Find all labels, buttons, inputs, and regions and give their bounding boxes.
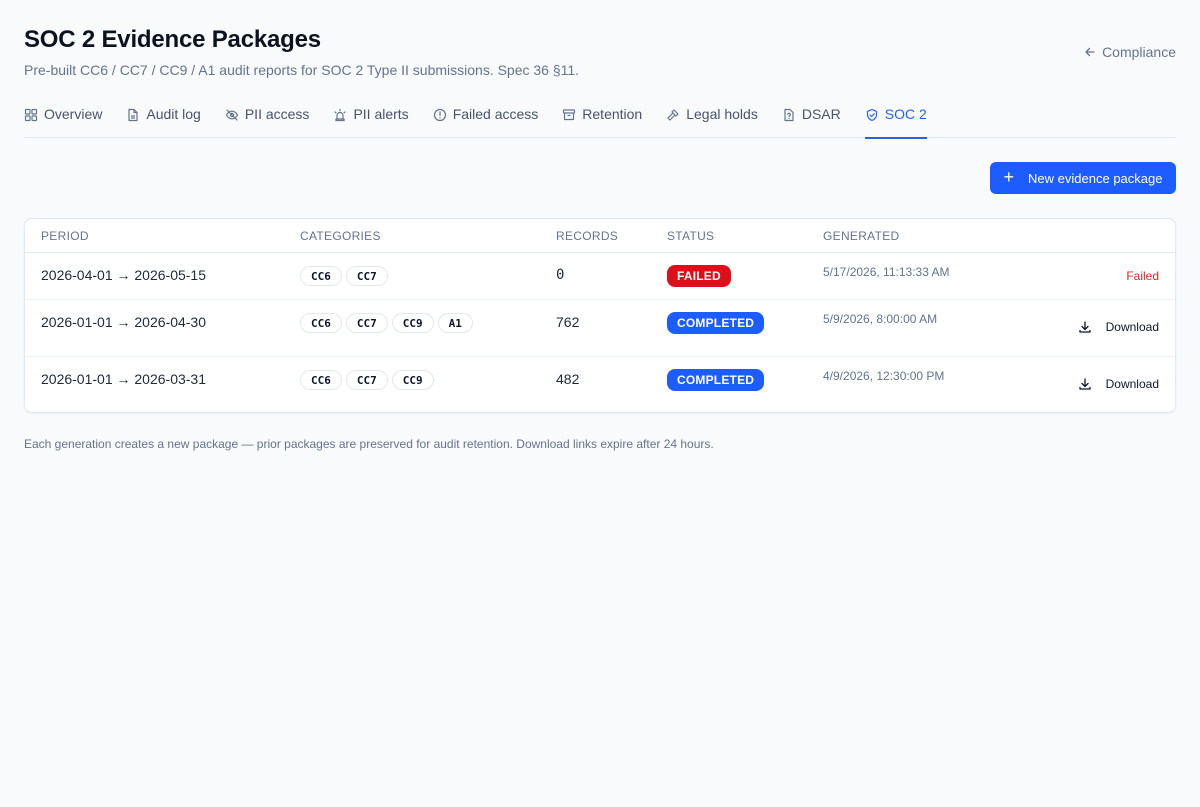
period-cell: 2026-04-01 → 2026-05-15 [41, 267, 207, 283]
status-badge: FAILED [667, 265, 731, 287]
table-row: 2026-04-01 → 2026-05-15 CC6 CC7 0 FAILED… [25, 253, 1175, 300]
tab-label: PII alerts [353, 106, 409, 122]
tab-label: Retention [582, 106, 643, 122]
category-chip: CC6 [300, 370, 342, 390]
eye-off-icon [225, 109, 239, 121]
category-chip: CC7 [345, 313, 388, 333]
generated-cell: 5/17/2026, 11:13:33 AM [823, 265, 950, 279]
tab-label: DSAR [801, 106, 841, 122]
categories-cell: CC6 CC7 [300, 266, 388, 286]
tab-dsar[interactable]: DSAR [782, 96, 841, 138]
download-label: Download [1105, 320, 1159, 334]
records-cell: 762 [556, 314, 580, 330]
evidence-packages-table: PERIOD CATEGORIES RECORDS STATUS GENERAT… [24, 218, 1176, 413]
category-chip: CC7 [345, 370, 388, 390]
category-chip: CC9 [391, 313, 434, 333]
categories-cell: CC6 CC7 CC9 A1 [300, 313, 473, 333]
records-cell: 482 [556, 371, 580, 387]
period-cell: 2026-01-01 → 2026-03-31 [41, 371, 207, 387]
category-chip: A1 [437, 313, 473, 333]
arrow-left-icon [1085, 47, 1095, 57]
table-row: 2026-01-01 → 2026-03-31 CC6 CC7 CC9 482 … [25, 357, 1175, 413]
page: SOC 2 Evidence Packages Pre-built CC6 / … [24, 0, 1176, 451]
tab-pii-access[interactable]: PII access [225, 96, 310, 138]
failed-status-text: Failed [1126, 269, 1159, 283]
gavel-icon [667, 109, 679, 121]
category-chip: CC6 [300, 266, 342, 286]
document-icon [128, 108, 138, 122]
shield-check-icon [866, 108, 877, 122]
records-cell: 0 [556, 267, 565, 283]
tab-retention[interactable]: Retention [562, 96, 642, 138]
status-badge: COMPLETED [667, 312, 765, 334]
grid-icon [24, 108, 38, 122]
download-icon [1078, 321, 1091, 333]
tab-failed-access[interactable]: Failed access [433, 96, 539, 138]
compliance-tabs: Overview Audit log PII access PII alerts… [24, 96, 1176, 139]
category-chip: CC7 [345, 266, 388, 286]
tab-overview[interactable]: Overview [24, 96, 102, 138]
column-header-status[interactable]: STATUS [667, 229, 714, 243]
download-label: Download [1105, 377, 1159, 391]
column-header-records[interactable]: RECORDS [556, 229, 618, 243]
back-link-label: Compliance [1102, 44, 1176, 60]
table-header: PERIOD CATEGORIES RECORDS STATUS GENERAT… [25, 219, 1175, 253]
column-header-generated[interactable]: GENERATED [823, 229, 900, 243]
column-header-categories[interactable]: CATEGORIES [300, 229, 381, 243]
tab-label: Overview [44, 106, 103, 122]
new-evidence-package-label: New evidence package [1028, 170, 1163, 186]
page-header: SOC 2 Evidence Packages Pre-built CC6 / … [24, 0, 1176, 96]
archive-icon [563, 109, 576, 121]
tab-label: Failed access [452, 106, 539, 122]
tab-pii-alerts[interactable]: PII alerts [333, 96, 409, 138]
plus-icon: + [1003, 167, 1015, 187]
status-badge: COMPLETED [667, 369, 765, 391]
siren-icon [334, 108, 347, 122]
tab-audit-log[interactable]: Audit log [126, 96, 201, 138]
download-icon [1078, 378, 1091, 390]
new-evidence-package-button[interactable]: + New evidence package [990, 162, 1176, 194]
column-header-period[interactable]: PERIOD [41, 229, 89, 243]
tab-label: PII access [244, 106, 310, 122]
alert-circle-icon [433, 108, 446, 122]
period-cell: 2026-01-01 → 2026-04-30 [41, 314, 207, 330]
page-title: SOC 2 Evidence Packages [24, 26, 321, 53]
categories-cell: CC6 CC7 CC9 [300, 370, 434, 390]
page-subtitle: Pre-built CC6 / CC7 / CC9 / A1 audit rep… [24, 62, 580, 78]
table-row: 2026-01-01 → 2026-04-30 CC6 CC7 CC9 A1 7… [25, 300, 1175, 357]
tab-label: Legal holds [686, 106, 758, 122]
tab-label: Audit log [146, 106, 201, 122]
back-to-compliance-link[interactable]: Compliance [1084, 44, 1176, 60]
tab-soc-2[interactable]: SOC 2 [864, 96, 927, 139]
category-chip: CC6 [300, 313, 342, 333]
file-question-icon [784, 108, 794, 122]
generated-cell: 5/9/2026, 8:00:00 AM [823, 312, 938, 326]
download-button[interactable]: Download [1078, 377, 1159, 391]
download-button[interactable]: Download [1078, 320, 1159, 334]
tab-label: SOC 2 [884, 106, 927, 122]
tab-legal-holds[interactable]: Legal holds [666, 96, 758, 138]
category-chip: CC9 [391, 370, 434, 390]
generated-cell: 4/9/2026, 12:30:00 PM [823, 369, 945, 383]
footnote: Each generation creates a new package — … [24, 437, 714, 451]
